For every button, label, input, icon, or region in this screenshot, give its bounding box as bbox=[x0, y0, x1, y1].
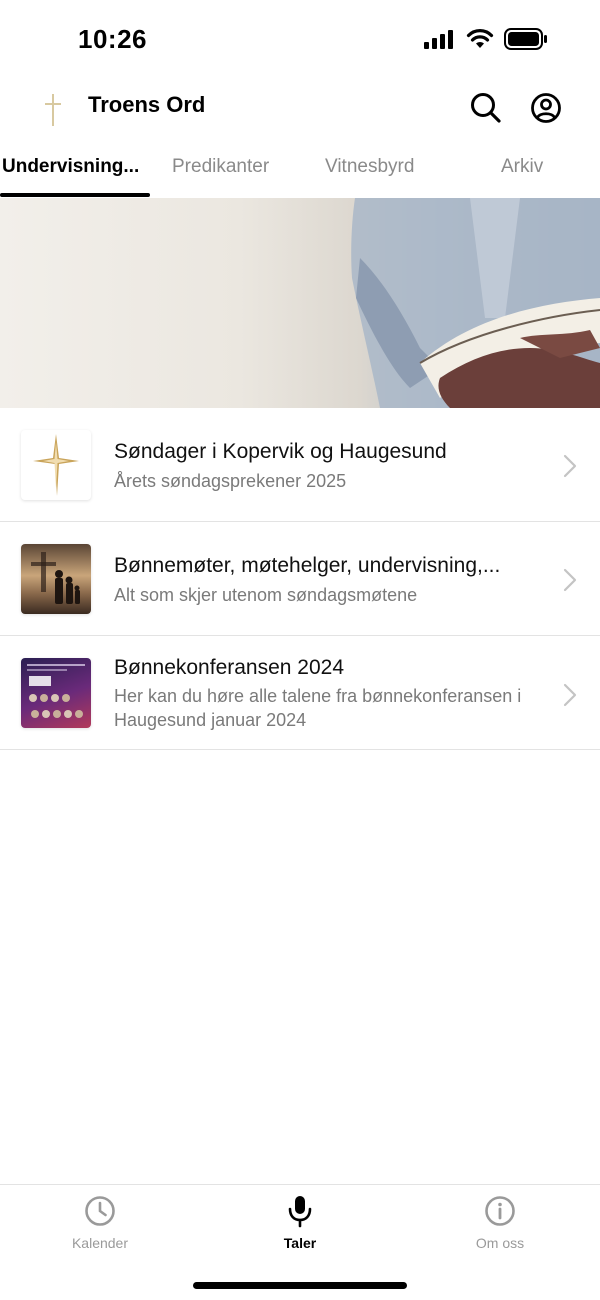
banner-image bbox=[0, 198, 600, 408]
search-icon[interactable] bbox=[468, 90, 504, 126]
tab-predikanter[interactable]: Predikanter bbox=[172, 156, 269, 178]
info-icon bbox=[485, 1196, 515, 1226]
cellular-signal-icon bbox=[424, 30, 453, 49]
app-title: Troens Ord bbox=[88, 92, 206, 117]
list-item-title: Bønnemøter, møtehelger, undervisning,... bbox=[114, 554, 501, 577]
nav-label: Om oss bbox=[475, 1235, 525, 1251]
battery-icon bbox=[504, 28, 547, 50]
list-item[interactable]: Bønnekonferansen 2024 Her kan du høre al… bbox=[0, 636, 600, 750]
nav-label: Kalender bbox=[71, 1235, 129, 1251]
active-tab-indicator bbox=[0, 193, 150, 197]
app-header: Troens Ord bbox=[0, 80, 600, 140]
microphone-icon bbox=[288, 1196, 312, 1228]
list-item-subtitle: Her kan du høre alle talene fra bønnekon… bbox=[114, 686, 522, 730]
cross-icon bbox=[45, 94, 61, 126]
status-bar: 10:26 bbox=[0, 0, 600, 80]
chevron-right-icon bbox=[563, 683, 577, 707]
nav-kalender[interactable]: Kalender bbox=[40, 1193, 160, 1251]
category-tabs: Undervisning... Predikanter Vitnesbyrd A… bbox=[0, 148, 600, 200]
tab-vitnesbyrd[interactable]: Vitnesbyrd bbox=[325, 156, 414, 178]
nav-taler[interactable]: Taler bbox=[240, 1193, 360, 1251]
clock-icon bbox=[85, 1196, 115, 1226]
cross-family-sunset-image bbox=[21, 544, 91, 614]
home-indicator[interactable] bbox=[193, 1282, 407, 1289]
list-item[interactable]: Søndager i Kopervik og Haugesund Årets s… bbox=[0, 408, 600, 522]
status-icons bbox=[424, 28, 548, 50]
wifi-icon bbox=[466, 29, 494, 48]
list-item-subtitle: Årets søndagsprekener 2025 bbox=[114, 471, 347, 491]
chevron-right-icon bbox=[563, 568, 577, 592]
tab-arkiv[interactable]: Arkiv bbox=[501, 156, 543, 178]
nav-label: Taler bbox=[283, 1235, 317, 1251]
status-time: 10:26 bbox=[78, 24, 147, 54]
star-cross-image bbox=[21, 430, 91, 500]
list-item[interactable]: Bønnemøter, møtehelger, undervisning,...… bbox=[0, 522, 600, 636]
list-item-title: Søndager i Kopervik og Haugesund bbox=[114, 440, 447, 463]
list-item-title: Bønnekonferansen 2024 bbox=[114, 656, 345, 679]
list-item-subtitle: Alt som skjer utenom søndagsmøtene bbox=[114, 585, 418, 605]
nav-om-oss[interactable]: Om oss bbox=[440, 1193, 560, 1251]
conference-poster-image bbox=[21, 658, 91, 728]
collection-list: Søndager i Kopervik og Haugesund Årets s… bbox=[0, 408, 600, 750]
account-icon[interactable] bbox=[528, 90, 564, 126]
chevron-right-icon bbox=[563, 454, 577, 478]
tab-undervisning[interactable]: Undervisning... bbox=[2, 156, 139, 178]
